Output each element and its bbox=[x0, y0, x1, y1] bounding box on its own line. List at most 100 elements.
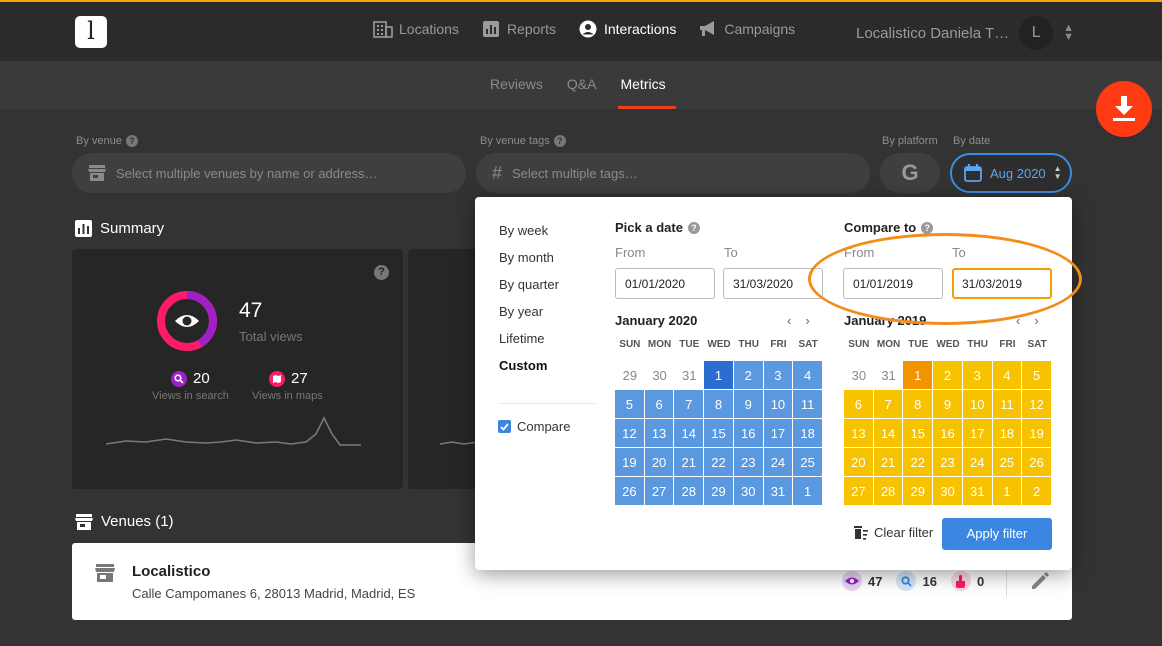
calendar-day[interactable]: 23 bbox=[733, 448, 764, 477]
calendar-day[interactable]: 8 bbox=[704, 390, 734, 419]
period-by-quarter[interactable]: By quarter bbox=[499, 277, 559, 292]
google-platform-button[interactable]: G bbox=[880, 153, 940, 193]
calendar-day[interactable]: 7 bbox=[674, 390, 705, 419]
calendar-day[interactable]: 9 bbox=[733, 390, 764, 419]
tags-select[interactable]: # Select multiple tags… bbox=[476, 153, 870, 193]
help-icon[interactable]: ? bbox=[374, 265, 389, 280]
calendar-day[interactable]: 30 bbox=[733, 477, 764, 506]
calendar-day[interactable]: 30 bbox=[844, 361, 874, 390]
date-filter-button[interactable]: Aug 2020 ▲ ▼ bbox=[950, 153, 1072, 193]
chevron-right-icon[interactable]: › bbox=[805, 313, 809, 328]
help-icon[interactable]: ? bbox=[553, 135, 566, 147]
calendar-day[interactable]: 21 bbox=[873, 448, 904, 477]
calendar-day[interactable]: 15 bbox=[704, 419, 734, 448]
period-lifetime[interactable]: Lifetime bbox=[499, 331, 559, 346]
tab-reviews[interactable]: Reviews bbox=[490, 76, 543, 92]
calendar-day[interactable]: 25 bbox=[992, 448, 1023, 477]
calendar-day[interactable]: 22 bbox=[704, 448, 734, 477]
apply-filter-button[interactable]: Apply filter bbox=[942, 518, 1052, 550]
tab-qa[interactable]: Q&A bbox=[567, 76, 597, 92]
calendar-day[interactable]: 15 bbox=[903, 419, 934, 448]
calendar-day[interactable]: 20 bbox=[844, 448, 874, 477]
calendar-day[interactable]: 26 bbox=[1022, 448, 1052, 477]
calendar-day[interactable]: 23 bbox=[933, 448, 963, 477]
help-icon[interactable]: ? bbox=[921, 221, 934, 234]
chevron-right-icon[interactable]: › bbox=[1034, 313, 1038, 328]
calendar-day[interactable]: 6 bbox=[644, 390, 675, 419]
calendar-day[interactable]: 14 bbox=[873, 419, 904, 448]
calendar-day[interactable]: 18 bbox=[992, 419, 1023, 448]
calendar-day[interactable]: 4 bbox=[992, 361, 1023, 390]
calendar-day[interactable]: 25 bbox=[793, 448, 823, 477]
period-by-year[interactable]: By year bbox=[499, 304, 559, 319]
cmp-from-input[interactable]: 01/01/2019 bbox=[843, 268, 943, 299]
chevron-left-icon[interactable]: ‹ bbox=[1016, 313, 1020, 328]
calendar-day[interactable]: 19 bbox=[1022, 419, 1052, 448]
calendar-day[interactable]: 18 bbox=[793, 419, 823, 448]
calendar-day[interactable]: 11 bbox=[793, 390, 823, 419]
calendar-day[interactable]: 14 bbox=[674, 419, 705, 448]
venue-select[interactable]: Select multiple venues by name or addres… bbox=[72, 153, 466, 193]
calendar-day[interactable]: 24 bbox=[763, 448, 794, 477]
calendar-day[interactable]: 30 bbox=[933, 477, 963, 506]
calendar-day[interactable]: 31 bbox=[674, 361, 704, 390]
calendar-day[interactable]: 30 bbox=[645, 361, 675, 390]
calendar-day[interactable]: 31 bbox=[962, 477, 993, 506]
calendar-day[interactable]: 8 bbox=[903, 390, 934, 419]
nav-reports[interactable]: Reports bbox=[481, 20, 556, 38]
calendar-day[interactable]: 31 bbox=[763, 477, 794, 506]
calendar-day[interactable]: 10 bbox=[962, 390, 993, 419]
calendar-day[interactable]: 1 bbox=[992, 477, 1023, 506]
calendar-day[interactable]: 3 bbox=[763, 361, 794, 390]
calendar-day[interactable]: 1 bbox=[704, 361, 734, 390]
calendar-day[interactable]: 17 bbox=[763, 419, 794, 448]
calendar-day[interactable]: 20 bbox=[644, 448, 675, 477]
calendar-day[interactable]: 5 bbox=[1022, 361, 1052, 390]
calendar-day[interactable]: 28 bbox=[873, 477, 904, 506]
logo[interactable]: l bbox=[75, 16, 107, 48]
compare-checkbox[interactable]: Compare bbox=[498, 419, 570, 434]
calendar-day[interactable]: 12 bbox=[615, 419, 645, 448]
nav-locations[interactable]: Locations bbox=[373, 20, 459, 38]
venue-name[interactable]: Localistico bbox=[132, 563, 210, 580]
calendar-day[interactable]: 6 bbox=[844, 390, 874, 419]
calendar-day[interactable]: 2 bbox=[933, 361, 963, 390]
calendar-day[interactable]: 27 bbox=[644, 477, 675, 506]
period-by-month[interactable]: By month bbox=[499, 250, 559, 265]
edit-pencil-icon[interactable] bbox=[1030, 571, 1050, 591]
user-menu[interactable]: Localistico Daniela T… L ▲ ▼ bbox=[856, 16, 1074, 50]
calendar-day[interactable]: 5 bbox=[615, 390, 645, 419]
calendar-day[interactable]: 22 bbox=[903, 448, 934, 477]
download-button[interactable] bbox=[1096, 81, 1152, 137]
calendar-day[interactable]: 29 bbox=[615, 361, 645, 390]
pick-to-input[interactable]: 31/03/2020 bbox=[723, 268, 823, 299]
calendar-day[interactable]: 10 bbox=[763, 390, 794, 419]
calendar-day[interactable]: 3 bbox=[962, 361, 993, 390]
help-icon[interactable]: ? bbox=[125, 135, 138, 147]
period-custom[interactable]: Custom bbox=[499, 358, 559, 373]
calendar-day[interactable]: 9 bbox=[933, 390, 963, 419]
cmp-to-input[interactable]: 31/03/2019 bbox=[952, 268, 1052, 299]
calendar-day[interactable]: 17 bbox=[962, 419, 993, 448]
calendar-day[interactable]: 11 bbox=[992, 390, 1023, 419]
period-by-week[interactable]: By week bbox=[499, 223, 559, 238]
calendar-day[interactable]: 27 bbox=[844, 477, 874, 506]
calendar-day[interactable]: 13 bbox=[644, 419, 675, 448]
calendar-day[interactable]: 16 bbox=[933, 419, 963, 448]
nav-interactions[interactable]: Interactions bbox=[578, 20, 676, 38]
calendar-day[interactable]: 29 bbox=[704, 477, 734, 506]
clear-filter-button[interactable]: Clear filter bbox=[853, 525, 933, 540]
calendar-day[interactable]: 19 bbox=[615, 448, 645, 477]
calendar-day[interactable]: 28 bbox=[674, 477, 705, 506]
chevron-left-icon[interactable]: ‹ bbox=[787, 313, 791, 328]
nav-campaigns[interactable]: Campaigns bbox=[698, 20, 795, 38]
calendar-day[interactable]: 7 bbox=[873, 390, 904, 419]
calendar-day[interactable]: 24 bbox=[962, 448, 993, 477]
tab-metrics[interactable]: Metrics bbox=[618, 76, 676, 109]
help-icon[interactable]: ? bbox=[687, 221, 700, 234]
calendar-day[interactable]: 26 bbox=[615, 477, 645, 506]
calendar-day[interactable]: 1 bbox=[793, 477, 823, 506]
calendar-day[interactable]: 2 bbox=[733, 361, 764, 390]
calendar-day[interactable]: 29 bbox=[903, 477, 934, 506]
calendar-day[interactable]: 4 bbox=[793, 361, 823, 390]
